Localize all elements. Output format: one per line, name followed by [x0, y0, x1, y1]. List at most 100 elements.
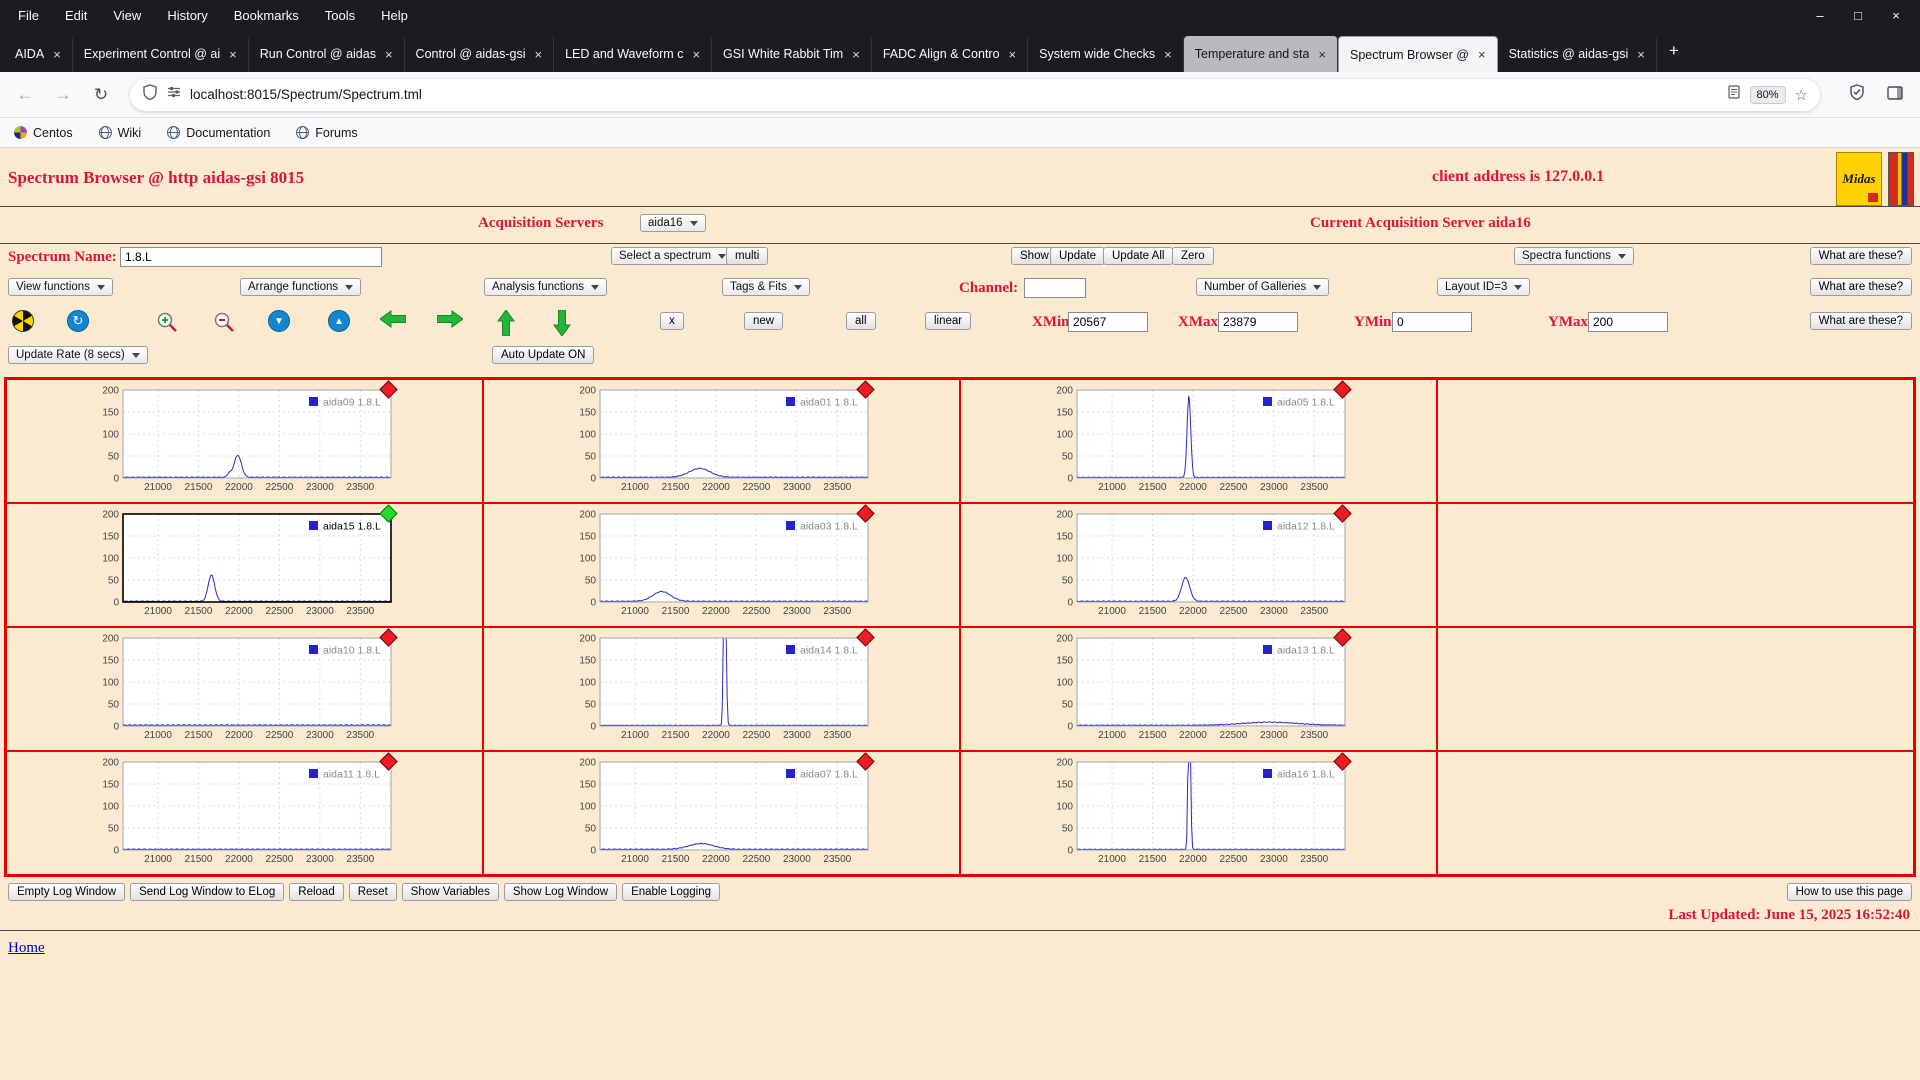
- spectrum-cell-aida16[interactable]: 0 50 100 150 200 21000 21500 22000 22500 23000 235…: [960, 751, 1437, 875]
- sidebar-icon[interactable]: [1880, 85, 1910, 105]
- tab-close-icon[interactable]: ×: [852, 47, 860, 62]
- home-link[interactable]: Home: [8, 940, 45, 956]
- select-spectrum-dropdown[interactable]: Select a spectrum: [611, 247, 735, 265]
- close-button[interactable]: ×: [1882, 8, 1910, 23]
- all-button[interactable]: all: [846, 312, 876, 330]
- bookmark-documentation[interactable]: Documentation: [167, 126, 270, 140]
- spectrum-cell-aida10[interactable]: 0 50 100 150 200 21000 21500 22000 22500 23000 235…: [6, 627, 483, 751]
- xmin-input[interactable]: [1068, 312, 1148, 332]
- number-of-galleries-dropdown[interactable]: Number of Galleries: [1196, 278, 1330, 296]
- spectrum-cell-aida07[interactable]: 0 50 100 150 200 21000 21500 22000 22500 23000 235…: [483, 751, 960, 875]
- tags-fits-dropdown[interactable]: Tags & Fits: [722, 278, 810, 296]
- reload-button[interactable]: Reload: [289, 883, 344, 901]
- view-functions-dropdown[interactable]: View functions: [8, 278, 113, 296]
- tab-run-control-aidas[interactable]: Run Control @ aidas ×: [249, 36, 405, 72]
- menu-tools[interactable]: Tools: [315, 4, 365, 27]
- zero-button[interactable]: Zero: [1172, 247, 1214, 265]
- analysis-functions-dropdown[interactable]: Analysis functions: [484, 278, 608, 296]
- tab-close-icon[interactable]: ×: [385, 47, 393, 62]
- bookmark-centos[interactable]: Centos: [14, 126, 73, 140]
- tab-experiment-control-ai[interactable]: Experiment Control @ ai ×: [73, 36, 249, 72]
- url-text[interactable]: localhost:8015/Spectrum/Spectrum.tml: [190, 87, 1718, 102]
- save-page-icon[interactable]: [1842, 84, 1872, 105]
- menu-help[interactable]: Help: [371, 4, 418, 27]
- ymax-input[interactable]: [1588, 312, 1668, 332]
- spectrum-cell-aida13[interactable]: 0 50 100 150 200 21000 21500 22000 22500 23000 235…: [960, 627, 1437, 751]
- move-right-icon[interactable]: [437, 310, 463, 328]
- reader-mode-icon[interactable]: [1727, 85, 1741, 104]
- spectrum-cell-aida01[interactable]: 0 50 100 150 200 21000 21500 22000 22500 23000 235…: [483, 379, 960, 503]
- menu-history[interactable]: History: [157, 4, 217, 27]
- enable-logging-button[interactable]: Enable Logging: [622, 883, 721, 901]
- tab-system-wide-checks[interactable]: System wide Checks ×: [1028, 36, 1184, 72]
- refresh-icon[interactable]: ↻: [67, 310, 89, 332]
- spectrum-cell-aida09[interactable]: 0 50 100 150 200 21000 21500 22000 22500 23000 235…: [6, 379, 483, 503]
- update-button[interactable]: Update: [1050, 247, 1106, 265]
- tab-control-aidas-gsi[interactable]: Control @ aidas-gsi ×: [405, 36, 555, 72]
- multi-button[interactable]: multi: [726, 247, 769, 265]
- menu-bookmarks[interactable]: Bookmarks: [224, 4, 309, 27]
- show-log-window-button[interactable]: Show Log Window: [503, 883, 618, 901]
- what-are-these-button-1[interactable]: What are these?: [1809, 247, 1912, 265]
- tab-close-icon[interactable]: ×: [1318, 47, 1326, 62]
- back-button[interactable]: ←: [10, 85, 40, 105]
- bookmark-forums[interactable]: Forums: [296, 126, 358, 140]
- layout-id-dropdown[interactable]: Layout ID=3: [1437, 278, 1531, 296]
- tab-gsi-white-rabbit-tim[interactable]: GSI White Rabbit Tim ×: [712, 36, 872, 72]
- tab-fadc-align-contro[interactable]: FADC Align & Contro ×: [872, 36, 1029, 72]
- what-are-these-button-3[interactable]: What are these?: [1809, 312, 1912, 330]
- move-down-icon[interactable]: [553, 310, 571, 336]
- tab-close-icon[interactable]: ×: [535, 47, 543, 62]
- tab-close-icon[interactable]: ×: [1478, 47, 1486, 62]
- spectrum-cell-aida14[interactable]: 0 50 100 150 200 21000 21500 22000 22500 23000 235…: [483, 627, 960, 751]
- new-tab-button[interactable]: +: [1657, 41, 1691, 61]
- empty-log-window-button[interactable]: Empty Log Window: [8, 883, 126, 901]
- send-log-window-to-elog-button[interactable]: Send Log Window to ELog: [130, 883, 285, 901]
- update-rate-dropdown[interactable]: Update Rate (8 secs): [8, 346, 148, 364]
- spectrum-cell-aida03[interactable]: 0 50 100 150 200 21000 21500 22000 22500 23000 235…: [483, 503, 960, 627]
- spectrum-cell-aida05[interactable]: 0 50 100 150 200 21000 21500 22000 22500 23000 235…: [960, 379, 1437, 503]
- tab-close-icon[interactable]: ×: [1637, 47, 1645, 62]
- menu-view[interactable]: View: [103, 4, 151, 27]
- url-bar[interactable]: localhost:8015/Spectrum/Spectrum.tml 80%…: [130, 78, 1820, 111]
- spectrum-cell-aida12[interactable]: 0 50 100 150 200 21000 21500 22000 22500 23000 235…: [960, 503, 1437, 627]
- linear-button[interactable]: linear: [925, 312, 972, 330]
- tab-close-icon[interactable]: ×: [53, 47, 61, 62]
- show-variables-button[interactable]: Show Variables: [401, 883, 499, 901]
- tab-led-and-waveform-c[interactable]: LED and Waveform c ×: [554, 36, 713, 72]
- tab-close-icon[interactable]: ×: [1164, 47, 1172, 62]
- x-button[interactable]: x: [660, 312, 684, 330]
- spectra-functions-dropdown[interactable]: Spectra functions: [1514, 247, 1634, 265]
- bookmark-wiki[interactable]: Wiki: [98, 126, 141, 140]
- new-button[interactable]: new: [744, 312, 784, 330]
- shield-icon[interactable]: [142, 84, 158, 105]
- shrink-spectra-icon[interactable]: ▼: [268, 310, 290, 332]
- move-up-icon[interactable]: [497, 310, 515, 336]
- spectrum-cell-aida15[interactable]: 0 50 100 150 200 21000 21500 22000 22500 23000 235…: [6, 503, 483, 627]
- permissions-icon[interactable]: [167, 85, 181, 104]
- what-are-these-button-2[interactable]: What are these?: [1809, 278, 1912, 296]
- spectrum-name-input[interactable]: [120, 247, 382, 267]
- spectrum-cell-aida11[interactable]: 0 50 100 150 200 21000 21500 22000 22500 23000 235…: [6, 751, 483, 875]
- tab-close-icon[interactable]: ×: [229, 47, 237, 62]
- channel-input[interactable]: [1024, 278, 1086, 298]
- tab-temperature-and-sta[interactable]: Temperature and sta ×: [1183, 36, 1338, 72]
- zoom-level[interactable]: 80%: [1749, 85, 1786, 104]
- reload-button[interactable]: ↻: [86, 85, 116, 105]
- maximize-button[interactable]: □: [1844, 8, 1872, 23]
- how-to-use-button[interactable]: How to use this page: [1786, 883, 1912, 901]
- minimize-button[interactable]: –: [1806, 8, 1834, 23]
- tab-aida[interactable]: AIDA ×: [4, 36, 73, 72]
- tab-statistics-aidas-gsi[interactable]: Statistics @ aidas-gsi ×: [1498, 36, 1657, 72]
- update-all-button[interactable]: Update All: [1103, 247, 1174, 265]
- tab-close-icon[interactable]: ×: [692, 47, 700, 62]
- reset-button[interactable]: Reset: [348, 883, 397, 901]
- zoom-out-icon[interactable]: [212, 310, 236, 334]
- tab-spectrum-browser[interactable]: Spectrum Browser @ ×: [1338, 36, 1498, 72]
- ymin-input[interactable]: [1392, 312, 1472, 332]
- acquisition-server-select[interactable]: aida16: [640, 214, 706, 232]
- expand-spectra-icon[interactable]: ▲: [328, 310, 350, 332]
- move-left-icon[interactable]: [380, 310, 406, 328]
- arrange-functions-dropdown[interactable]: Arrange functions: [240, 278, 362, 296]
- auto-update-button[interactable]: Auto Update ON: [492, 346, 595, 364]
